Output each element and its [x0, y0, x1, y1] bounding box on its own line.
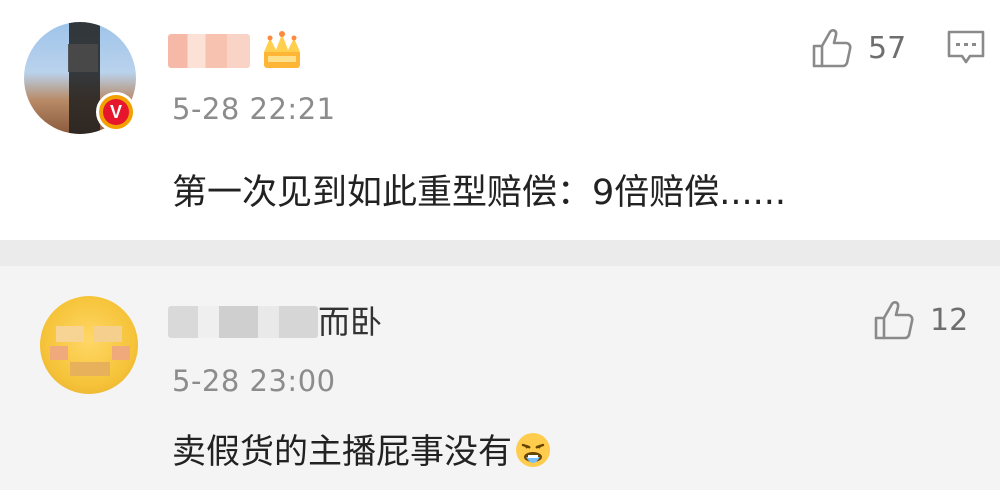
crown-icon [264, 31, 300, 68]
thumbs-up-icon [812, 29, 852, 68]
like-count: 57 [868, 30, 907, 66]
thumbs-up-icon [874, 301, 914, 340]
comment-time: 5-28 22:21 [172, 92, 336, 126]
comment-separator [0, 240, 1000, 266]
comment-bubble-icon[interactable] [946, 28, 986, 68]
comment-text: 第一次见到如此重型赔偿：9倍赔偿...... [172, 173, 787, 213]
like-button[interactable]: 57 [810, 26, 906, 70]
user-avatar[interactable] [40, 296, 138, 394]
like-button[interactable]: 12 [872, 298, 968, 342]
comment-text-wrap: 卖假货的主播屁事没有 [172, 424, 552, 473]
username-blurred[interactable] [168, 34, 250, 68]
username-suffix[interactable]: 而卧 [318, 302, 382, 342]
username-blurred[interactable] [168, 306, 318, 338]
verified-badge-label: V [103, 99, 129, 125]
like-count: 12 [930, 302, 969, 338]
nauseated-face-emoji-icon [516, 433, 550, 467]
comment-time: 5-28 23:00 [172, 364, 336, 398]
verified-v-icon: V [96, 92, 136, 132]
comment-text: 卖假货的主播屁事没有 [172, 432, 512, 472]
